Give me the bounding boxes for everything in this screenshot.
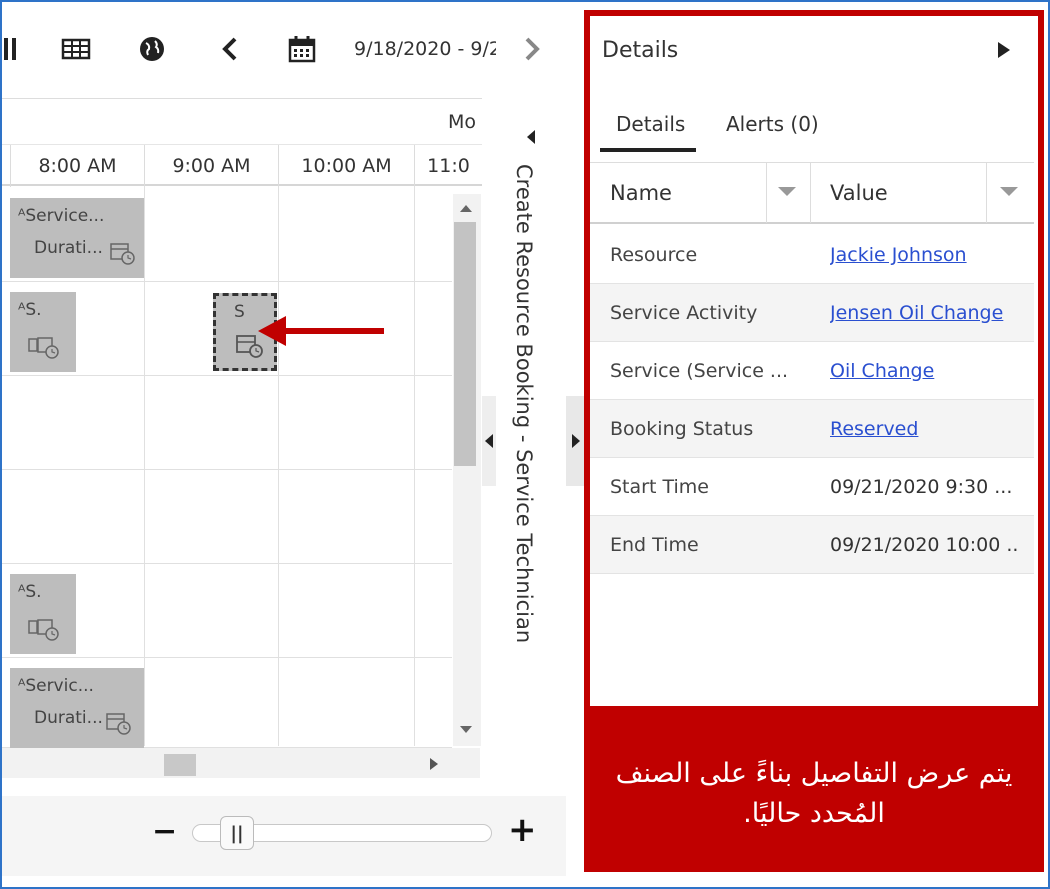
row-value: 09/21/2020 10:00 ... bbox=[830, 534, 1020, 556]
resource-row[interactable] bbox=[2, 376, 452, 470]
booking-duration: Durati... bbox=[34, 238, 103, 258]
table-row[interactable]: Service (Service ... Oil Change bbox=[590, 342, 1034, 400]
booking-title: ᴬService... bbox=[18, 206, 105, 226]
calendar-clock-icon bbox=[28, 619, 59, 641]
calendar-clock-icon bbox=[106, 713, 131, 735]
booking-card[interactable]: ᴬService... Durati... bbox=[10, 198, 144, 278]
date-range-label[interactable]: 9/18/2020 - 9/2 bbox=[354, 38, 496, 60]
create-booking-title[interactable]: Create Resource Booking - Service Techni… bbox=[512, 164, 536, 643]
hour-label: 11:0 bbox=[414, 145, 482, 187]
value-sort-icon[interactable] bbox=[1000, 187, 1018, 196]
chevron-left-icon bbox=[485, 434, 493, 448]
booking-title: ᴬServic... bbox=[18, 676, 94, 696]
tab-details[interactable]: Details bbox=[616, 112, 685, 136]
collapse-details-icon[interactable] bbox=[994, 38, 1014, 62]
annotation-callout: يتم عرض التفاصيل بناءً على الصنف المُحدد… bbox=[590, 706, 1038, 866]
chevron-right-icon[interactable] bbox=[516, 32, 548, 66]
scheduler-toolbar: 9/18/2020 - 9/2 bbox=[2, 2, 566, 96]
collapse-left-tab[interactable] bbox=[482, 396, 496, 486]
booking-title: ᴬS. bbox=[18, 300, 42, 320]
tab-alerts[interactable]: Alerts (0) bbox=[726, 112, 819, 136]
resource-row[interactable] bbox=[2, 470, 452, 564]
row-value-link[interactable]: Jackie Johnson bbox=[830, 244, 1020, 266]
hour-label: 9:00 AM bbox=[144, 145, 278, 187]
day-label: Mo bbox=[448, 111, 477, 133]
calendar-clock-icon bbox=[28, 337, 59, 359]
vertical-scroll-thumb[interactable] bbox=[454, 222, 476, 466]
grid-icon[interactable] bbox=[60, 32, 92, 66]
annotation-text: يتم عرض التفاصيل بناءً على الصنف المُحدد… bbox=[615, 758, 1013, 829]
hour-header: 8:00 AM 9:00 AM 10:00 AM 11:0 bbox=[2, 144, 482, 187]
zoom-slider-thumb[interactable]: || bbox=[220, 816, 254, 850]
annotation-arrow bbox=[258, 316, 384, 346]
horizontal-scrollbar[interactable] bbox=[2, 748, 480, 778]
table-row[interactable]: Start Time 09/21/2020 9:30 ... bbox=[590, 458, 1034, 516]
table-row[interactable]: End Time 09/21/2020 10:00 ... bbox=[590, 516, 1034, 574]
booking-title: S bbox=[234, 302, 245, 322]
table-header: Name Value bbox=[590, 162, 1034, 224]
chevron-right-icon bbox=[572, 434, 580, 448]
calendar-clock-icon bbox=[110, 243, 135, 265]
scroll-up-icon[interactable] bbox=[458, 202, 474, 214]
panel-expand-icon[interactable] bbox=[524, 128, 538, 146]
collapse-right-tab[interactable] bbox=[566, 396, 586, 486]
column-header-name[interactable]: Name bbox=[610, 163, 672, 223]
globe-icon[interactable] bbox=[136, 32, 168, 66]
row-name: Booking Status bbox=[610, 418, 754, 440]
active-tab-indicator bbox=[600, 148, 696, 152]
details-panel: Details Details Alerts (0) Name Value Re… bbox=[584, 10, 1044, 872]
table-row[interactable]: Booking Status Reserved bbox=[590, 400, 1034, 458]
schedule-grid: Mo 8:00 AM 9:00 AM 10:00 AM 11:0 ᴬServic… bbox=[2, 98, 482, 778]
booking-card[interactable]: ᴬServic... Durati... bbox=[10, 668, 144, 748]
booking-card[interactable]: ᴬS. bbox=[10, 574, 76, 654]
booking-duration: Durati... bbox=[34, 708, 103, 728]
booking-title: ᴬS. bbox=[18, 582, 42, 602]
row-name: Service Activity bbox=[610, 302, 758, 324]
table-row[interactable]: Service Activity Jensen Oil Change bbox=[590, 284, 1034, 342]
row-name: Service (Service ... bbox=[610, 360, 789, 382]
day-header: Mo bbox=[2, 98, 482, 144]
calendar-icon[interactable] bbox=[286, 32, 318, 66]
booking-card[interactable]: ᴬS. bbox=[10, 292, 76, 372]
name-sort-icon[interactable] bbox=[778, 187, 796, 196]
chevron-left-icon[interactable] bbox=[214, 32, 246, 66]
zoom-out-button[interactable]: − bbox=[152, 814, 177, 849]
row-name: End Time bbox=[610, 534, 699, 556]
table-row[interactable]: Resource Jackie Johnson bbox=[590, 226, 1034, 284]
scroll-down-icon[interactable] bbox=[458, 724, 474, 736]
column-header-value[interactable]: Value bbox=[830, 163, 888, 223]
row-name: Start Time bbox=[610, 476, 709, 498]
hour-label: 10:00 AM bbox=[278, 145, 414, 187]
row-name: Resource bbox=[610, 244, 698, 266]
row-value: 09/21/2020 9:30 ... bbox=[830, 476, 1013, 498]
scroll-right-icon[interactable] bbox=[428, 756, 440, 772]
horizontal-scroll-thumb[interactable] bbox=[164, 754, 196, 776]
hour-label: 8:00 AM bbox=[10, 145, 144, 187]
zoom-in-button[interactable]: + bbox=[508, 810, 537, 850]
columns-icon[interactable] bbox=[0, 32, 26, 66]
details-title: Details bbox=[602, 38, 679, 63]
details-tabs: Details Alerts (0) bbox=[600, 106, 1030, 152]
row-value-link[interactable]: Reserved bbox=[830, 418, 1020, 440]
row-value-link[interactable]: Jensen Oil Change bbox=[830, 302, 1020, 324]
row-value-link[interactable]: Oil Change bbox=[830, 360, 1020, 382]
